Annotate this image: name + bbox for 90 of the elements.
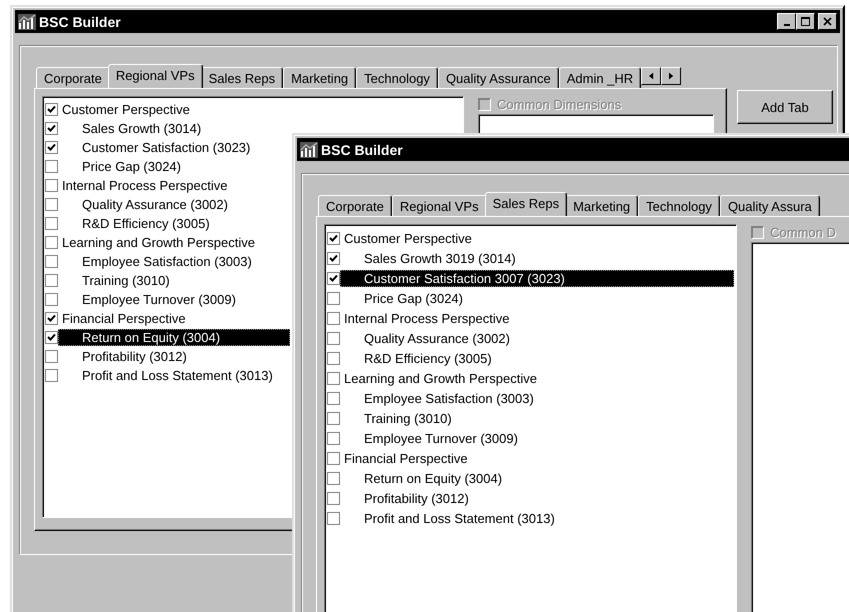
close-button[interactable]	[818, 13, 837, 30]
tree-item[interactable]: Training (3010)	[340, 410, 734, 426]
checkbox[interactable]	[327, 452, 340, 464]
checkbox[interactable]	[45, 369, 58, 382]
tree-item[interactable]: Profitability (3012)	[58, 348, 187, 365]
tree-item[interactable]: Quality Assurance (3002)	[58, 196, 228, 213]
checkbox[interactable]	[45, 179, 58, 192]
tree-item[interactable]: Customer Perspective	[340, 230, 734, 246]
right-arrow-icon	[668, 72, 674, 80]
tree-item[interactable]: Employee Turnover (3009)	[58, 291, 236, 308]
chart-icon	[18, 14, 36, 30]
scroll-right-button[interactable]	[661, 67, 682, 85]
checkbox[interactable]	[327, 272, 340, 284]
checkbox-label: Common Dimensions	[497, 96, 622, 112]
checkbox[interactable]	[327, 492, 340, 504]
tab[interactable]: Technology	[638, 195, 720, 216]
checkbox[interactable]	[45, 236, 58, 249]
checkbox[interactable]	[45, 255, 58, 268]
checkbox[interactable]	[327, 332, 340, 344]
tree-item[interactable]: Return on Equity (3004)	[58, 329, 290, 346]
tree-item[interactable]: Learning and Growth Perspective	[340, 370, 734, 386]
tree-item[interactable]: Profit and Loss Statement (3013)	[58, 367, 273, 384]
tab[interactable]: Marketing	[565, 195, 638, 216]
tree-item[interactable]: Sales Growth 3019 (3014)	[340, 250, 734, 266]
checkbox[interactable]	[327, 472, 340, 484]
add-tab-button[interactable]: Add Tab	[737, 90, 833, 124]
close-icon	[822, 16, 832, 26]
tab[interactable]: Corporate	[36, 67, 110, 88]
checkbox[interactable]	[327, 392, 340, 404]
tree-item[interactable]: R&D Efficiency (3005)	[58, 215, 210, 232]
tree-item[interactable]: Price Gap (3024)	[58, 158, 181, 175]
checkbox[interactable]	[45, 122, 58, 135]
tab[interactable]: Sales Reps	[484, 192, 568, 216]
minimize-button[interactable]	[777, 13, 796, 30]
tree-item[interactable]: Profitability (3012)	[340, 490, 734, 506]
tab[interactable]: Marketing	[283, 67, 356, 88]
window-title: BSC Builder	[321, 142, 404, 158]
tab[interactable]: Admin _HR	[558, 67, 642, 88]
tree-item[interactable]: Employee Satisfaction (3003)	[58, 253, 252, 270]
tab[interactable]: Quality Assura	[720, 195, 820, 216]
tree-item[interactable]: Internal Process Perspective	[340, 310, 734, 326]
tab[interactable]: Sales Reps	[200, 67, 284, 88]
checkbox[interactable]	[327, 512, 340, 524]
checkbox[interactable]	[45, 274, 58, 287]
checkbox[interactable]	[45, 312, 58, 325]
tab[interactable]: Corporate	[318, 195, 392, 216]
checkbox[interactable]	[327, 432, 340, 444]
checkbox[interactable]	[327, 372, 340, 384]
chart-icon	[300, 142, 318, 158]
maximize-button[interactable]	[796, 13, 815, 30]
tree-item[interactable]: R&D Efficiency (3005)	[340, 350, 734, 366]
checkbox[interactable]	[327, 352, 340, 364]
checkbox[interactable]	[45, 331, 58, 344]
tree-item[interactable]: Employee Satisfaction (3003)	[340, 390, 734, 406]
scroll-left-button[interactable]	[641, 67, 662, 85]
tree-item[interactable]: Financial Perspective	[58, 310, 186, 327]
checkbox[interactable]	[45, 293, 58, 306]
checkbox[interactable]	[327, 312, 340, 324]
checkbox[interactable]	[327, 292, 340, 304]
checkbox[interactable]	[45, 141, 58, 154]
checkbox-label: Common D	[770, 224, 836, 240]
tree-item[interactable]: Training (3010)	[58, 272, 170, 289]
checkbox[interactable]	[45, 103, 58, 116]
tree-item[interactable]: Customer Perspective	[58, 101, 190, 118]
checkbox[interactable]	[327, 252, 340, 264]
tree-item[interactable]: Employee Turnover (3009)	[340, 430, 734, 446]
tree-item[interactable]: Internal Process Perspective	[58, 177, 228, 194]
minimize-icon	[784, 24, 790, 26]
checkbox[interactable]	[45, 350, 58, 363]
checkbox[interactable]	[327, 232, 340, 244]
checkbox[interactable]	[45, 160, 58, 173]
left-arrow-icon	[648, 72, 654, 80]
tree-item[interactable]: Customer Satisfaction 3007 (3023)	[340, 270, 734, 286]
maximize-icon	[800, 16, 810, 26]
tree-item[interactable]: Financial Perspective	[340, 450, 734, 466]
tab[interactable]: Regional VPs	[108, 64, 203, 88]
window-title: BSC Builder	[39, 14, 122, 30]
tree-item[interactable]: Sales Growth (3014)	[58, 120, 202, 137]
tree-item[interactable]: Price Gap (3024)	[340, 290, 734, 306]
tree-item[interactable]: Customer Satisfaction (3023)	[58, 139, 250, 156]
checkbox[interactable]	[327, 412, 340, 424]
tree-item[interactable]: Learning and Growth Perspective	[58, 234, 255, 251]
tree-item[interactable]: Return on Equity (3004)	[340, 470, 734, 486]
tree-item[interactable]: Profit and Loss Statement (3013)	[340, 510, 734, 526]
checkbox[interactable]	[45, 198, 58, 211]
tab[interactable]: Technology	[356, 67, 438, 88]
checkbox[interactable]	[45, 217, 58, 230]
tab[interactable]: Quality Assurance	[438, 67, 559, 88]
tree-item[interactable]: Quality Assurance (3002)	[340, 330, 734, 346]
tab[interactable]: Regional VPs	[392, 195, 487, 216]
